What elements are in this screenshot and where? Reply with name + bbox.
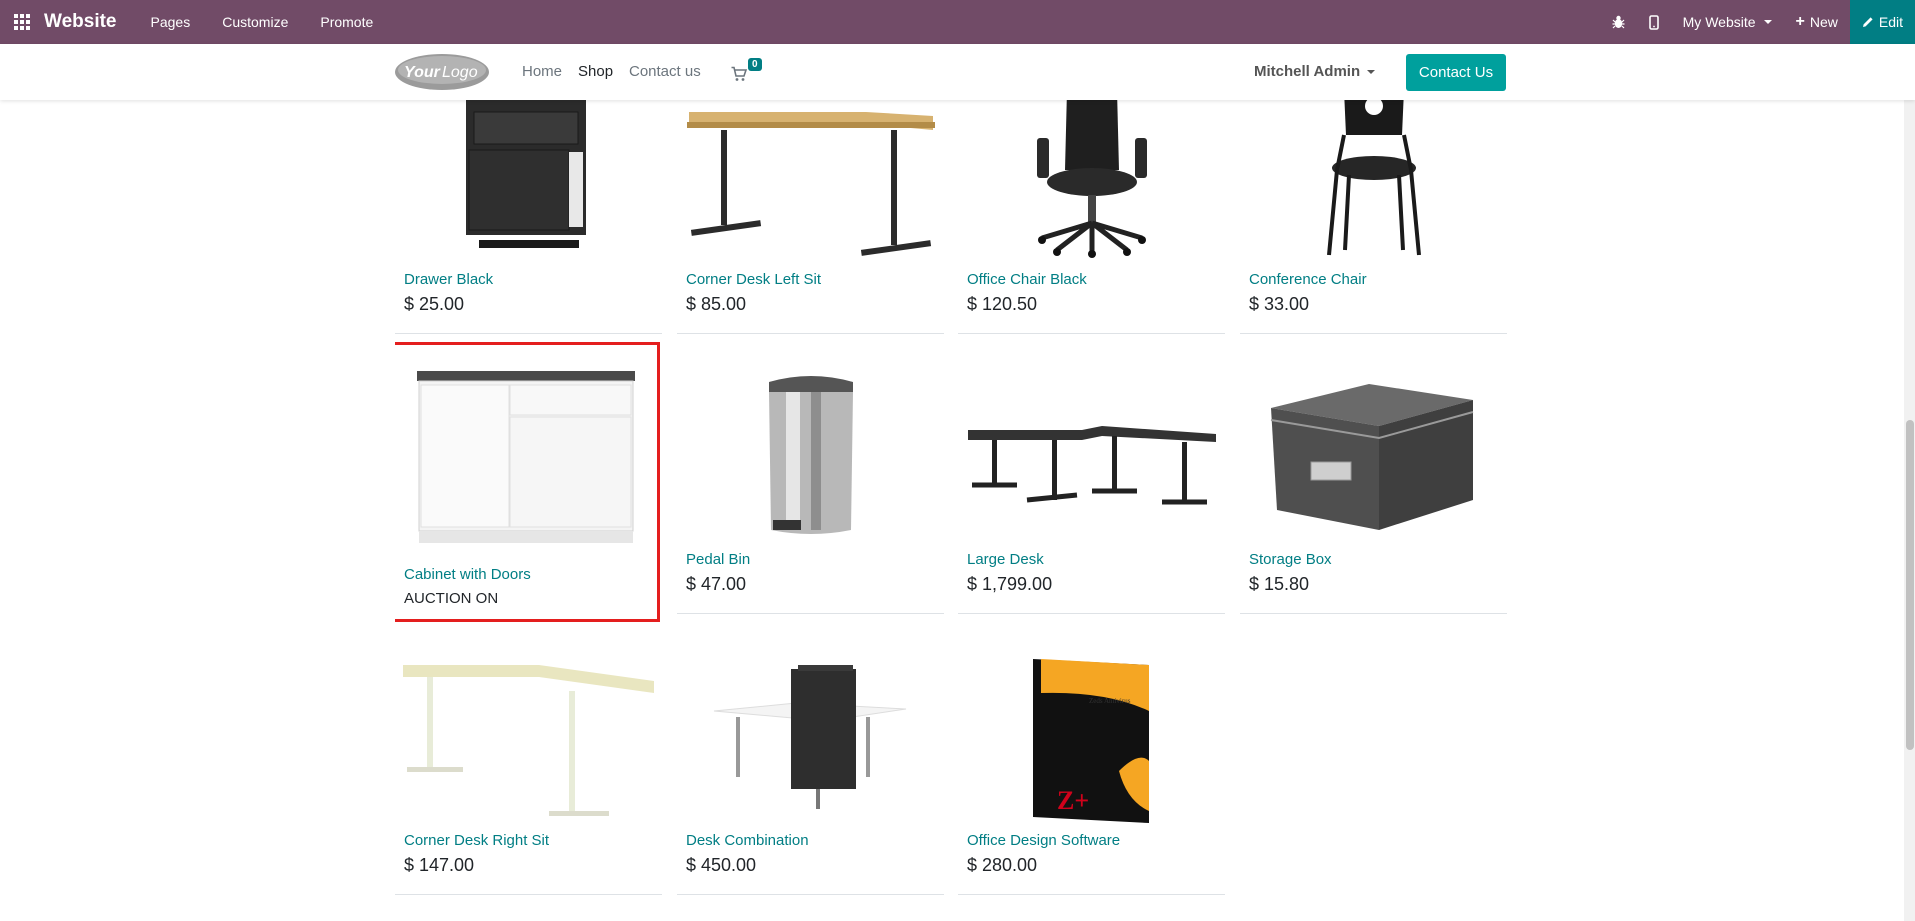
- edit-button[interactable]: Edit: [1849, 0, 1915, 44]
- cart-link[interactable]: 0: [731, 58, 762, 82]
- product-card[interactable]: Corner Desk Left Sit $ 85.00: [677, 100, 944, 334]
- svg-text:Logo: Logo: [442, 64, 478, 81]
- product-name[interactable]: Pedal Bin: [686, 551, 750, 568]
- product-image[interactable]: [677, 100, 944, 270]
- product-image[interactable]: [1240, 100, 1507, 270]
- svg-text:Z+: Z+: [1057, 786, 1089, 815]
- product-card[interactable]: Pedal Bin $ 47.00: [677, 370, 944, 614]
- menu-pages[interactable]: Pages: [135, 14, 207, 30]
- apps-grid-icon[interactable]: [0, 0, 44, 44]
- product-grid: Drawer Black $ 25.00 Corner Desk Left Si…: [395, 100, 1507, 921]
- nav-contact-us[interactable]: Contact us: [629, 63, 701, 80]
- product-image[interactable]: [958, 370, 1225, 550]
- product-image[interactable]: Zeds Antivirus Z+: [958, 651, 1225, 831]
- product-card[interactable]: Drawer Black $ 25.00: [395, 100, 662, 334]
- product-card[interactable]: Zeds Antivirus Z+ Office Design Software…: [958, 651, 1225, 895]
- chevron-down-icon: [1367, 69, 1376, 74]
- shopping-cart-icon: [731, 66, 747, 81]
- product-card[interactable]: Desk Combination $ 450.00: [677, 651, 944, 895]
- menu-customize[interactable]: Customize: [206, 14, 304, 30]
- product-price: $ 147.00: [404, 855, 475, 875]
- product-image[interactable]: [677, 370, 944, 550]
- product-name[interactable]: Large Desk: [967, 551, 1044, 568]
- auction-status: AUCTION ON: [404, 590, 499, 607]
- product-price: $ 1,799.00: [967, 574, 1053, 594]
- site-logo[interactable]: Your Logo: [394, 52, 490, 92]
- product-name[interactable]: Drawer Black: [404, 271, 493, 288]
- product-image[interactable]: [403, 357, 651, 557]
- user-menu[interactable]: Mitchell Admin: [1254, 63, 1376, 80]
- nav-home[interactable]: Home: [522, 63, 562, 80]
- product-card[interactable]: Corner Desk Right Sit $ 147.00: [395, 651, 662, 895]
- product-name[interactable]: Storage Box: [1249, 551, 1332, 568]
- product-image[interactable]: [395, 651, 662, 831]
- website-switcher-label: My Website: [1682, 14, 1756, 30]
- product-price: $ 280.00: [967, 855, 1038, 875]
- product-name[interactable]: Corner Desk Left Sit: [686, 271, 821, 288]
- product-price: $ 15.80: [1249, 574, 1310, 594]
- product-name[interactable]: Corner Desk Right Sit: [404, 832, 549, 849]
- product-name[interactable]: Office Design Software: [967, 832, 1120, 849]
- site-header: Your Logo Home Shop Contact us 0 Mitchel…: [0, 44, 1915, 100]
- product-image[interactable]: [958, 100, 1225, 270]
- product-name[interactable]: Cabinet with Doors: [404, 566, 531, 583]
- debug-bug-icon[interactable]: [1600, 0, 1637, 44]
- mobile-preview-icon[interactable]: [1637, 0, 1671, 44]
- product-name[interactable]: Office Chair Black: [967, 271, 1087, 288]
- user-name: Mitchell Admin: [1254, 63, 1361, 80]
- product-card-highlighted[interactable]: Cabinet with Doors AUCTION ON: [395, 342, 660, 622]
- chevron-down-icon: [1763, 20, 1772, 24]
- cart-count-badge: 0: [748, 58, 762, 71]
- app-title[interactable]: Website: [44, 11, 117, 33]
- contact-us-button[interactable]: Contact Us: [1406, 54, 1506, 91]
- admin-navbar: Website Pages Customize Promote My Websi…: [0, 0, 1915, 44]
- menu-promote[interactable]: Promote: [304, 14, 389, 30]
- new-content-button[interactable]: + New: [1784, 0, 1850, 44]
- product-card[interactable]: Large Desk $ 1,799.00: [958, 370, 1225, 614]
- nav-shop[interactable]: Shop: [578, 63, 613, 80]
- product-image[interactable]: [1240, 370, 1507, 550]
- product-price: $ 25.00: [404, 294, 465, 314]
- product-image[interactable]: [677, 651, 944, 831]
- new-label: New: [1809, 14, 1838, 30]
- product-price: $ 450.00: [686, 855, 757, 875]
- product-card[interactable]: Conference Chair $ 33.00: [1240, 100, 1507, 334]
- product-price: $ 47.00: [686, 574, 747, 594]
- website-switcher[interactable]: My Website: [1671, 0, 1784, 44]
- product-name[interactable]: Conference Chair: [1249, 271, 1367, 288]
- edit-label: Edit: [1878, 14, 1903, 30]
- plus-icon: +: [1795, 13, 1805, 30]
- product-price: $ 85.00: [686, 294, 747, 314]
- pencil-icon: [1862, 17, 1873, 27]
- product-price: $ 120.50: [967, 294, 1038, 314]
- svg-text:Zeds Antivirus: Zeds Antivirus: [1089, 697, 1131, 705]
- product-card[interactable]: Office Chair Black $ 120.50: [958, 100, 1225, 334]
- product-image[interactable]: [395, 100, 662, 270]
- product-card[interactable]: Storage Box $ 15.80: [1240, 370, 1507, 614]
- product-price: $ 33.00: [1249, 294, 1310, 314]
- svg-text:Your: Your: [404, 64, 441, 81]
- scrollbar-thumb[interactable]: [1906, 420, 1914, 750]
- product-name[interactable]: Desk Combination: [686, 832, 809, 849]
